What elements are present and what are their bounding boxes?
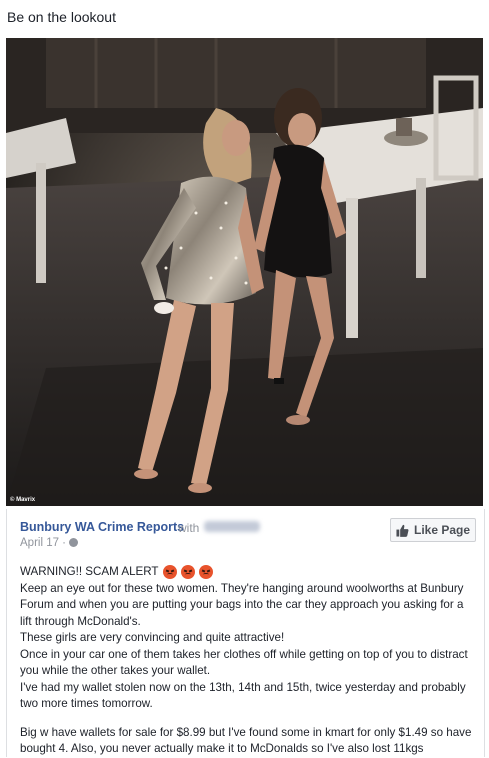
post-paragraph: Once in your car one of them takes her c… <box>20 647 468 678</box>
post-body: WARNING!! SCAM ALERT Keep an eye out for… <box>20 564 475 758</box>
with-label: with <box>178 521 200 535</box>
post-photo[interactable]: © Mavrix <box>6 38 483 506</box>
alert-line: WARNING!! SCAM ALERT <box>20 564 475 581</box>
facebook-post-card: Bunbury WA Crime Reports with April 17 ·… <box>6 509 485 757</box>
post-caption: Be on the lookout <box>7 9 116 25</box>
angry-face-icon <box>198 565 213 580</box>
angry-face-icon <box>180 565 195 580</box>
angry-face-icon <box>162 565 177 580</box>
post-footer: Big w have wallets for sale for $8.99 bu… <box>20 725 472 756</box>
post-paragraph: Keep an eye out for these two women. The… <box>20 581 464 628</box>
alert-title: WARNING!! SCAM ALERT <box>20 565 159 578</box>
photo-illustration <box>6 38 483 506</box>
like-page-button[interactable]: Like Page <box>390 518 476 542</box>
blurred-tag <box>204 521 260 532</box>
post-paragraph: I've had my wallet stolen now on the 13t… <box>20 680 466 711</box>
thumbs-up-icon <box>396 524 409 537</box>
post-paragraph: These girls are very convincing and quit… <box>20 631 285 644</box>
post-date[interactable]: April 17 · <box>20 537 66 549</box>
globe-icon <box>69 538 78 547</box>
page-name-link[interactable]: Bunbury WA Crime Reports <box>20 520 184 534</box>
like-page-label: Like Page <box>413 523 471 537</box>
photo-watermark: © Mavrix <box>10 497 36 503</box>
